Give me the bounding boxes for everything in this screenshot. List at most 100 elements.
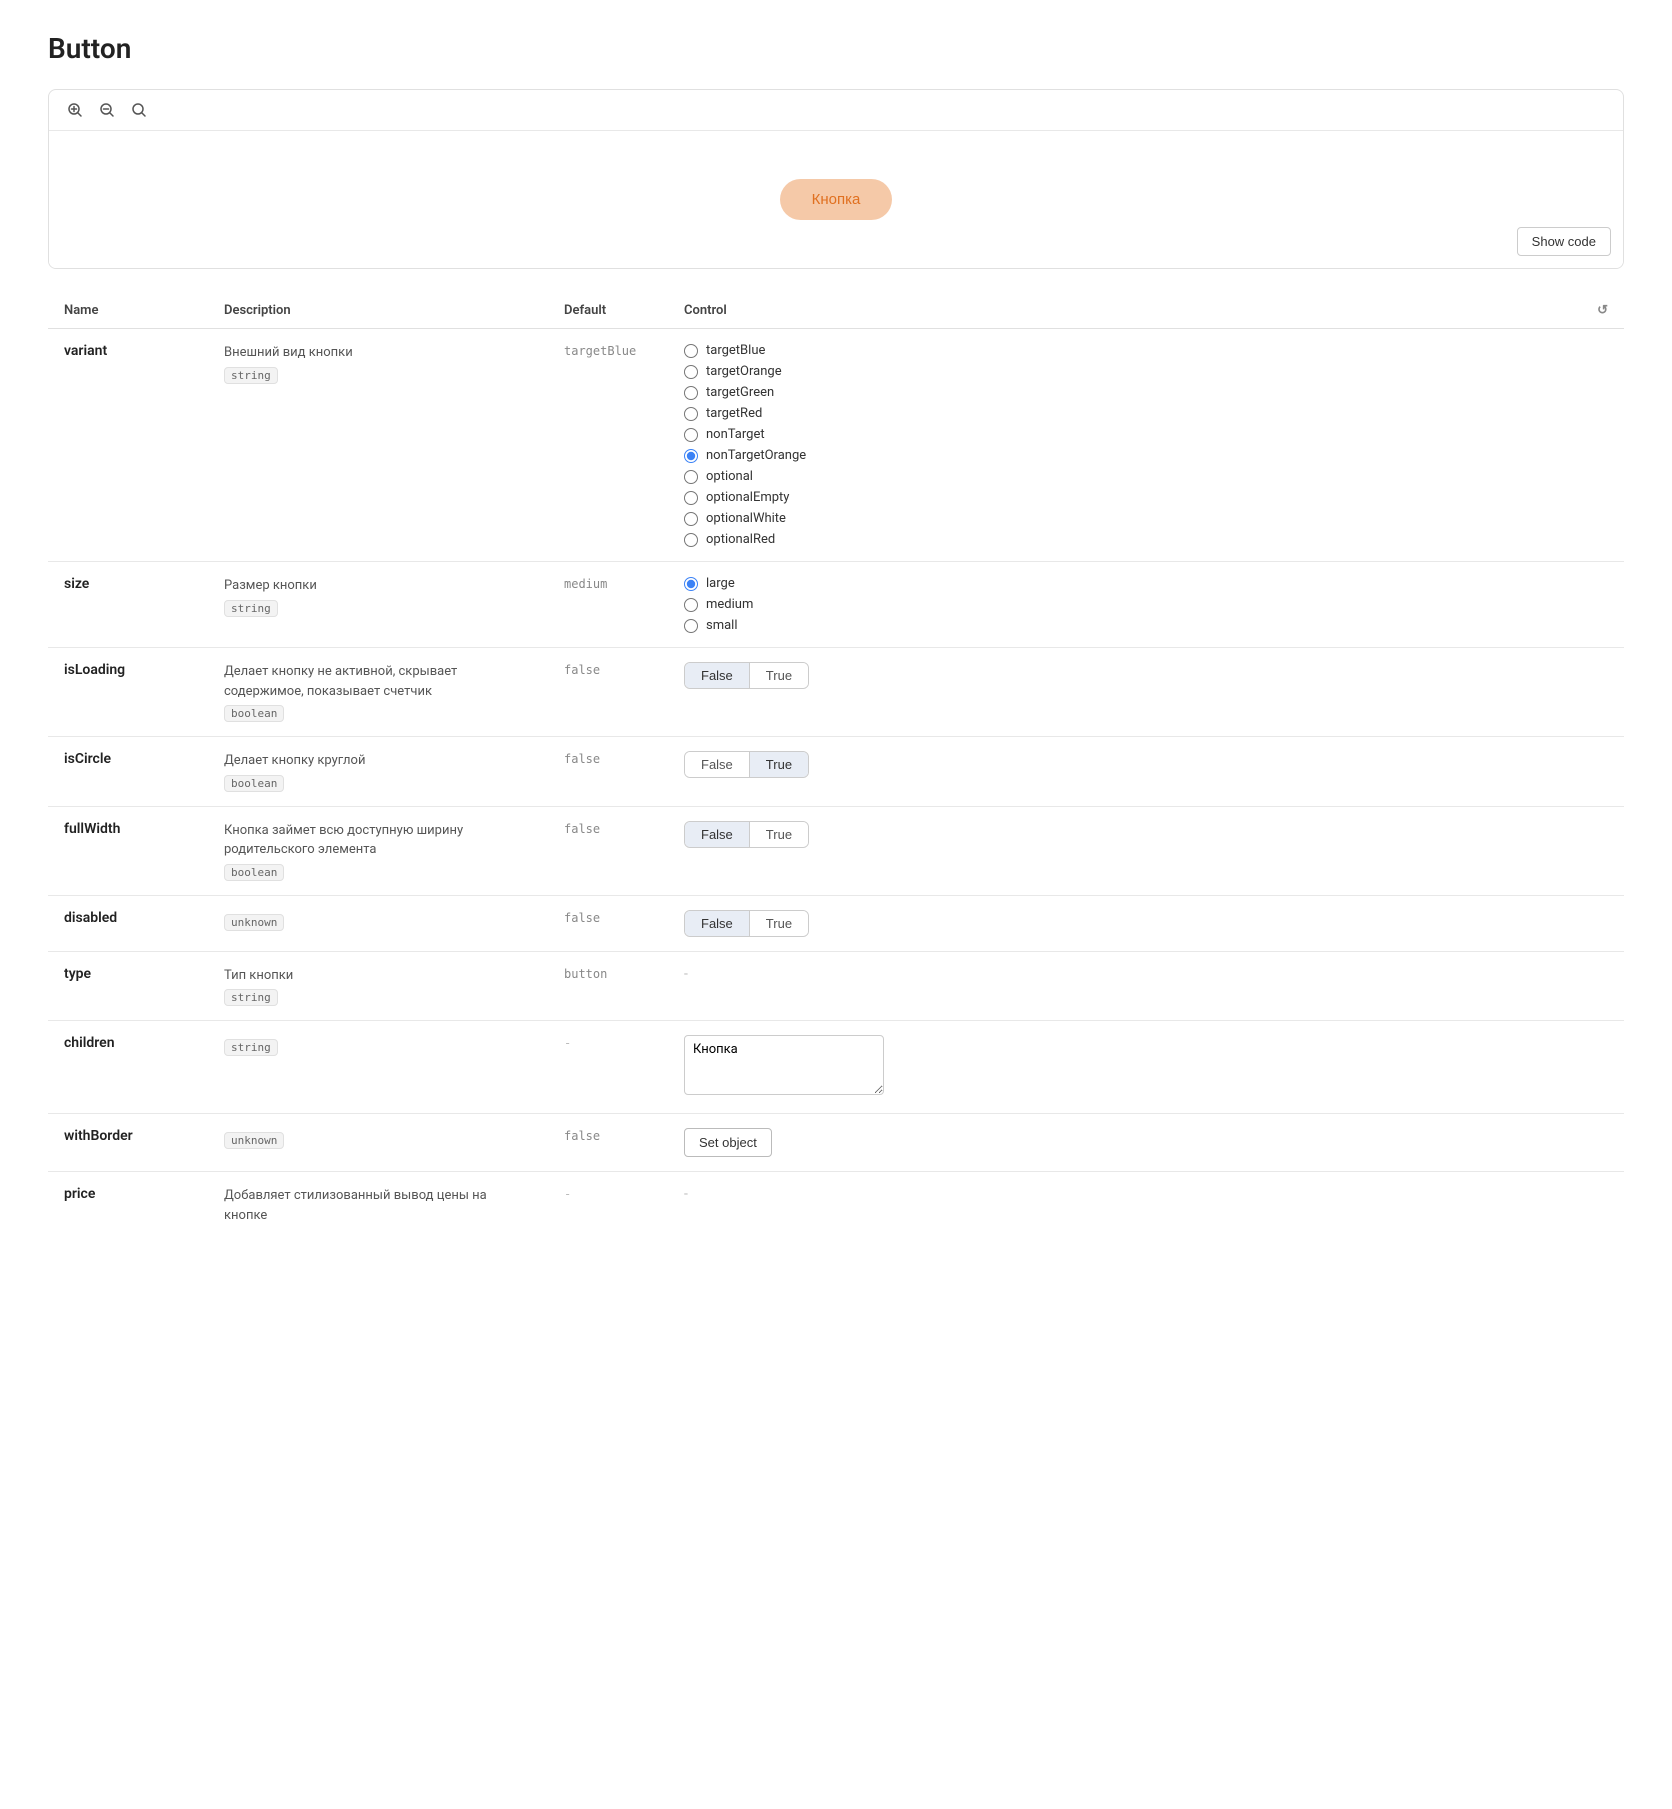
preview-area: Кнопка Show code — [49, 131, 1623, 268]
prop-desc-cell: Добавляет стилизованный вывод цены на кн… — [208, 1172, 548, 1240]
toggle-button[interactable]: False — [685, 911, 749, 936]
set-object-button[interactable]: Set object — [684, 1128, 772, 1157]
radio-item[interactable]: optionalWhite — [684, 511, 1565, 526]
prop-textarea[interactable] — [684, 1035, 884, 1095]
prop-default-value: targetBlue — [564, 344, 636, 358]
radio-input[interactable] — [684, 491, 698, 505]
toggle-button[interactable]: False — [685, 822, 749, 847]
prop-desc-cell: unknown — [208, 895, 548, 951]
prop-name: withBorder — [64, 1128, 133, 1144]
prop-description: Размер кнопки — [224, 576, 532, 596]
table-row: typeТип кнопкиstringbutton- — [48, 951, 1624, 1021]
radio-item[interactable]: small — [684, 618, 1565, 633]
radio-label: medium — [706, 597, 753, 612]
prop-name-cell: price — [48, 1172, 208, 1240]
radio-label: optionalRed — [706, 532, 775, 547]
prop-default-value: - — [564, 1187, 571, 1201]
prop-control-cell: large medium small — [668, 562, 1581, 648]
prop-control-cell: FalseTrue — [668, 806, 1581, 895]
prop-default-cell: false — [548, 1114, 668, 1172]
radio-label: optionalEmpty — [706, 490, 789, 505]
prop-type-badge: string — [224, 367, 278, 384]
toggle-button[interactable]: True — [749, 822, 808, 847]
radio-item[interactable]: targetRed — [684, 406, 1565, 421]
prop-default-value: false — [564, 911, 600, 925]
prop-desc-cell: Кнопка займет всю доступную ширину родит… — [208, 806, 548, 895]
prop-reset-cell — [1581, 562, 1624, 648]
radio-input[interactable] — [684, 577, 698, 591]
prop-type-badge: boolean — [224, 705, 284, 722]
prop-type-badge: string — [224, 1039, 278, 1056]
prop-name-cell: fullWidth — [48, 806, 208, 895]
table-row: variantВнешний вид кнопкиstringtargetBlu… — [48, 329, 1624, 562]
col-header-default: Default — [548, 293, 668, 329]
page-title: Button — [48, 32, 1624, 65]
radio-input[interactable] — [684, 449, 698, 463]
demo-button[interactable]: Кнопка — [780, 179, 893, 220]
prop-description: Внешний вид кнопки — [224, 343, 532, 363]
radio-input[interactable] — [684, 512, 698, 526]
zoom-in-button[interactable] — [61, 98, 89, 122]
prop-name: isCircle — [64, 751, 111, 767]
radio-item[interactable]: targetGreen — [684, 385, 1565, 400]
prop-default-cell: button — [548, 951, 668, 1021]
toggle-button[interactable]: True — [749, 663, 808, 688]
prop-control-cell: - — [668, 951, 1581, 1021]
radio-label: targetBlue — [706, 343, 765, 358]
prop-default-cell: medium — [548, 562, 668, 648]
reset-zoom-button[interactable] — [125, 98, 153, 122]
radio-input[interactable] — [684, 386, 698, 400]
radio-input[interactable] — [684, 365, 698, 379]
table-row: sizeРазмер кнопкиstringmediumlargemedium… — [48, 562, 1624, 648]
radio-item[interactable]: large — [684, 576, 1565, 591]
prop-default-value: medium — [564, 577, 607, 591]
radio-item[interactable]: optional — [684, 469, 1565, 484]
radio-item[interactable]: nonTargetOrange — [684, 448, 1565, 463]
radio-label: targetRed — [706, 406, 762, 421]
radio-item[interactable]: targetOrange — [684, 364, 1565, 379]
prop-description: Кнопка займет всю доступную ширину родит… — [224, 821, 532, 860]
radio-item[interactable]: optionalRed — [684, 532, 1565, 547]
table-row: isCircleДелает кнопку круглойbooleanfals… — [48, 737, 1624, 807]
prop-description: Делает кнопку не активной, скрывает соде… — [224, 662, 532, 701]
prop-description: Добавляет стилизованный вывод цены на кн… — [224, 1186, 532, 1225]
prop-name-cell: type — [48, 951, 208, 1021]
toggle-button[interactable]: True — [749, 752, 808, 777]
control-dash: - — [684, 966, 688, 982]
radio-item[interactable]: medium — [684, 597, 1565, 612]
radio-input[interactable] — [684, 533, 698, 547]
props-table: Name Description Default Control ↺ varia… — [48, 293, 1624, 1239]
toggle-button[interactable]: False — [685, 752, 749, 777]
prop-name: price — [64, 1186, 95, 1202]
radio-input[interactable] — [684, 344, 698, 358]
toggle-button[interactable]: False — [685, 663, 749, 688]
zoom-out-button[interactable] — [93, 98, 121, 122]
table-row: disabledunknownfalseFalseTrue — [48, 895, 1624, 951]
show-code-button[interactable]: Show code — [1517, 227, 1611, 256]
radio-label: targetOrange — [706, 364, 782, 379]
toggle-group: FalseTrue — [684, 662, 809, 689]
prop-control-cell: targetBlue targetOrange targetGreen targetR… — [668, 329, 1581, 562]
radio-input[interactable] — [684, 470, 698, 484]
reset-icon[interactable]: ↺ — [1597, 303, 1608, 318]
preview-container: Кнопка Show code — [48, 89, 1624, 269]
radio-item[interactable]: targetBlue — [684, 343, 1565, 358]
col-header-name: Name — [48, 293, 208, 329]
toggle-button[interactable]: True — [749, 911, 808, 936]
prop-desc-cell: Внешний вид кнопки string — [208, 329, 548, 562]
radio-input[interactable] — [684, 407, 698, 421]
prop-name: isLoading — [64, 662, 125, 678]
prop-type-badge: string — [224, 989, 278, 1006]
prop-name-cell: isLoading — [48, 648, 208, 737]
radio-group: targetBlue targetOrange targetGreen targetR… — [684, 343, 1565, 547]
radio-item[interactable]: optionalEmpty — [684, 490, 1565, 505]
radio-input[interactable] — [684, 619, 698, 633]
toggle-group: FalseTrue — [684, 751, 809, 778]
table-row: childrenstring- — [48, 1021, 1624, 1114]
prop-reset-cell — [1581, 648, 1624, 737]
prop-desc-cell: Тип кнопкиstring — [208, 951, 548, 1021]
toggle-group: FalseTrue — [684, 910, 809, 937]
radio-input[interactable] — [684, 598, 698, 612]
radio-item[interactable]: nonTarget — [684, 427, 1565, 442]
radio-input[interactable] — [684, 428, 698, 442]
